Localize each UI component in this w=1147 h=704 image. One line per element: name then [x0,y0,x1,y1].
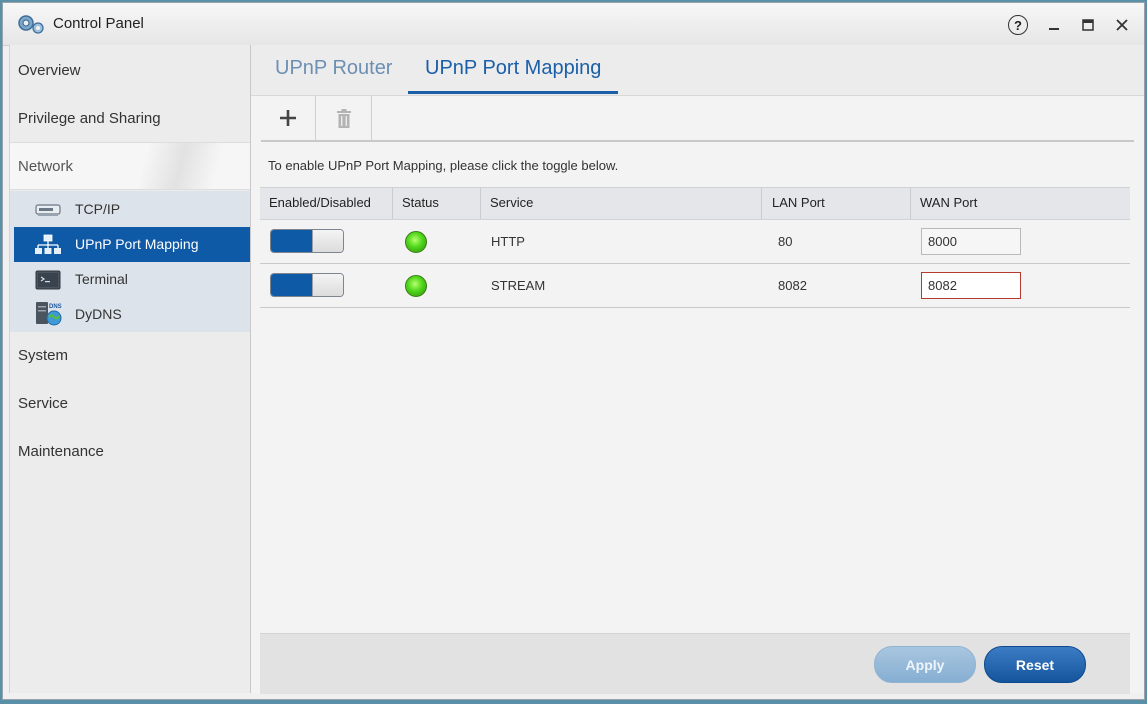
network-tree-icon [35,234,61,254]
sidebar-subitem-terminal[interactable]: Terminal [14,262,250,297]
lan-port-cell: 8082 [778,278,807,293]
status-indicator [405,275,427,297]
toolbar [261,96,1134,142]
title-bar: Control Panel ? [3,3,1144,46]
enable-toggle[interactable] [270,273,344,297]
port-mapping-table: Enabled/Disabled Status Service LAN Port… [260,187,1130,308]
minimize-icon[interactable] [1043,14,1065,36]
sidebar-subitem-label: TCP/IP [75,201,121,217]
table-header: Enabled/Disabled Status Service LAN Port… [260,187,1130,220]
action-footer: Apply Reset [260,633,1130,694]
sidebar-subitem-label: Terminal [75,271,128,287]
sidebar-item-system[interactable]: System [10,332,250,380]
tab-upnp-port-mapping[interactable]: UPnP Port Mapping [425,57,601,80]
sidebar-item-privilege-and-sharing[interactable]: Privilege and Sharing [10,95,250,143]
table-row: STREAM 8082 [260,264,1130,308]
header-lan-port: LAN Port [762,188,911,219]
header-wan-port: WAN Port [920,195,978,210]
sidebar-subitem-upnp-port-mapping[interactable]: UPnP Port Mapping [14,227,250,262]
terminal-icon [35,270,61,290]
control-panel-gear-icon [18,15,44,34]
status-indicator [405,231,427,253]
trash-icon [337,108,351,128]
network-card-icon [35,204,61,216]
close-icon[interactable] [1111,14,1133,36]
table-row: HTTP 80 [260,220,1130,264]
header-enabled-disabled: Enabled/Disabled [260,188,393,219]
add-mapping-button[interactable] [261,96,316,140]
reset-button[interactable]: Reset [984,646,1086,683]
sidebar: Overview Privilege and Sharing Network T… [9,45,251,693]
wan-port-input[interactable] [921,272,1021,299]
control-panel-window: Control Panel ? Overview Privilege and S… [2,2,1145,700]
apply-button[interactable]: Apply [874,646,976,683]
dns-globe-icon: DNS [36,302,62,326]
sidebar-subitem-tcp-ip[interactable]: TCP/IP [14,192,250,227]
header-service: Service [481,188,762,219]
service-cell: HTTP [491,234,525,249]
sidebar-item-overview[interactable]: Overview [10,47,250,95]
lan-port-cell: 80 [778,234,793,249]
svg-text:DNS: DNS [49,304,62,310]
instruction-text: To enable UPnP Port Mapping, please clic… [268,158,619,173]
tab-bar: UPnP Router UPnP Port Mapping [251,45,1144,96]
sidebar-item-maintenance[interactable]: Maintenance [10,428,250,476]
network-submenu: TCP/IP UPnP Port Mapping Terminal DNS Dy… [10,191,250,332]
delete-mapping-button[interactable] [317,96,372,140]
enable-toggle[interactable] [270,229,344,253]
header-status: Status [393,188,481,219]
window-title: Control Panel [53,15,144,32]
maximize-icon[interactable] [1077,14,1099,36]
sidebar-subitem-dydns[interactable]: DNS DyDNS [14,297,250,332]
plus-icon [280,110,296,126]
main-content: UPnP Router UPnP Port Mapping To enable … [251,45,1144,694]
active-tab-indicator [408,91,618,94]
sidebar-item-service[interactable]: Service [10,380,250,428]
help-icon[interactable]: ? [1008,15,1028,35]
wan-port-input[interactable] [921,228,1021,255]
sidebar-subitem-label: DyDNS [75,306,122,322]
sidebar-subitem-label: UPnP Port Mapping [75,236,199,252]
tab-upnp-router[interactable]: UPnP Router [275,57,392,80]
sidebar-item-network[interactable]: Network [10,142,250,190]
service-cell: STREAM [491,278,546,293]
